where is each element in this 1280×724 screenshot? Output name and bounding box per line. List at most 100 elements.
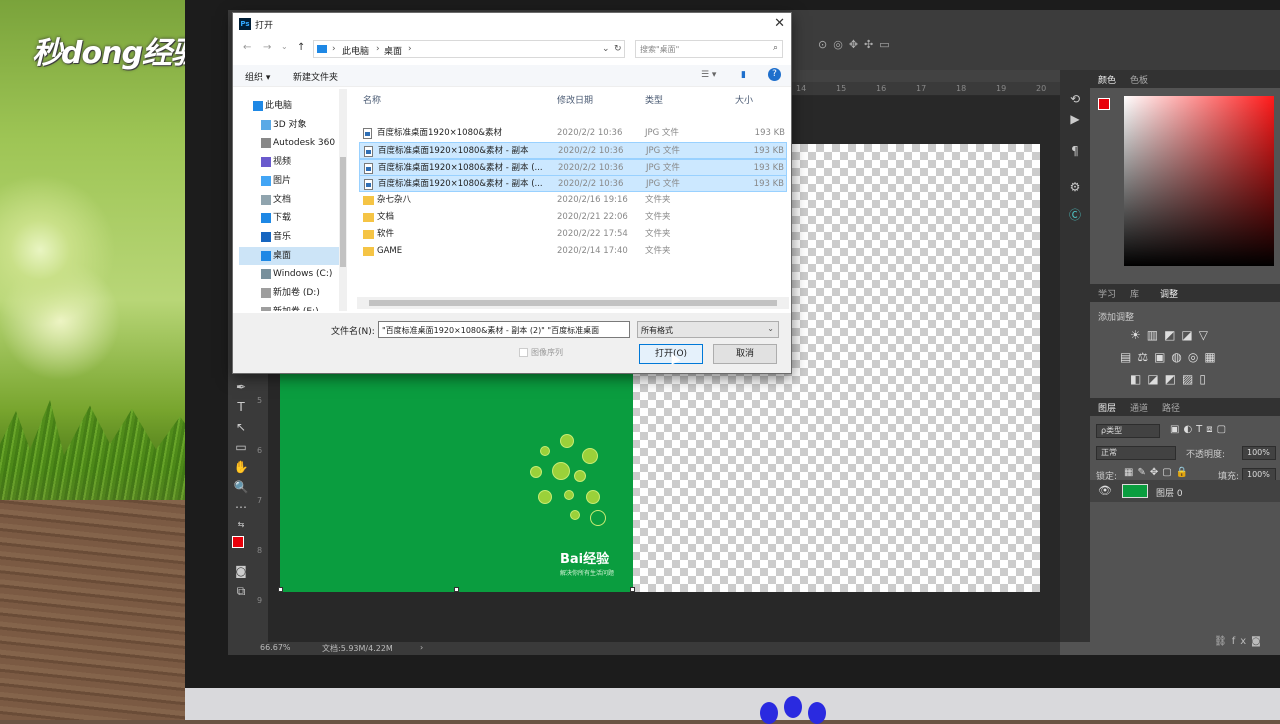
tree-item[interactable]: 音乐	[239, 228, 343, 246]
search-input[interactable]: 搜索"桌面" ⌕	[635, 40, 783, 58]
type-tool-icon[interactable]: T	[232, 398, 250, 416]
quick-mask-icon[interactable]: ◙	[232, 562, 250, 580]
file-type-select[interactable]: 所有格式 ⌄	[637, 321, 779, 338]
adjustment-icons-row3[interactable]: ◧◪◩▨▯	[1130, 372, 1212, 386]
file-row[interactable]: 软件 2020/2/22 17:54 文件夹	[359, 226, 787, 243]
horizontal-scrollbar[interactable]	[357, 297, 789, 309]
right-panel-dock: 颜色 色板 学习 库 调整 添加调整 ☀▥◩◪▽ ▤⚖▣◍◎▦ ◧◪◩▨▯ 图层…	[1090, 70, 1280, 655]
foreground-color-swatch[interactable]	[232, 536, 244, 548]
up-arrow-icon[interactable]: ↑	[297, 42, 305, 53]
status-arrow-icon[interactable]: ›	[420, 643, 423, 652]
history-icon[interactable]: ⟲	[1066, 90, 1084, 108]
folder-icon	[363, 213, 374, 222]
zoom-level[interactable]: 66.67%	[260, 643, 291, 652]
file-row[interactable]: 百度标准桌面1920×1080&素材 2020/2/2 10:36 JPG 文件 19…	[359, 125, 787, 142]
panel-foreground-swatch[interactable]	[1098, 98, 1110, 110]
address-bar[interactable]: › 此电脑 › 桌面 › ⌄ ↻	[313, 40, 625, 58]
help-icon[interactable]: ?	[768, 68, 781, 81]
column-type[interactable]: 类型	[645, 93, 663, 106]
new-folder-button[interactable]: 新建文件夹	[293, 70, 338, 83]
address-dropdown-icon[interactable]: ⌄	[602, 44, 610, 54]
tree-item[interactable]: 桌面	[239, 246, 343, 265]
file-row[interactable]: GAME 2020/2/14 17:40 文件夹	[359, 243, 787, 260]
rectangle-tool-icon[interactable]: ▭	[232, 438, 250, 456]
tree-item[interactable]: 3D 对象	[239, 116, 343, 134]
file-row[interactable]: 百度标准桌面1920×1080&素材 - 副本 (... 2020/2/2 10:…	[359, 175, 787, 193]
layer-footer-icons[interactable]: ⛓fx◙	[1214, 636, 1266, 647]
layer-row[interactable]: 👁 图层 0	[1090, 480, 1280, 502]
3d-mode-icons[interactable]: ⊙◎✥✣▭	[818, 38, 896, 51]
tab-adjustments[interactable]: 调整	[1160, 287, 1178, 300]
cc-libraries-icon[interactable]: Ⓒ	[1066, 206, 1084, 224]
preview-pane-icon[interactable]: ▮	[741, 70, 746, 80]
paragraph-icon[interactable]: ¶	[1066, 142, 1084, 160]
ruler-tick-label: 17	[916, 84, 927, 93]
transform-handle[interactable]	[630, 587, 635, 592]
color-picker-field[interactable]	[1124, 96, 1274, 266]
search-icon[interactable]: ⌕	[773, 43, 778, 53]
screen-mode-icon[interactable]: ⧉	[232, 582, 250, 600]
tree-item[interactable]: 视频	[239, 153, 343, 171]
refresh-icon[interactable]: ↻	[614, 44, 622, 54]
image-sequence-checkbox[interactable]	[519, 348, 528, 357]
tab-swatches[interactable]: 色板	[1130, 73, 1148, 86]
tree-item[interactable]: 此电脑	[239, 97, 343, 115]
tree-item-label: 此电脑	[265, 101, 293, 111]
transform-handle[interactable]	[278, 587, 283, 592]
column-size[interactable]: 大小	[735, 93, 753, 106]
tab-layers[interactable]: 图层	[1098, 401, 1116, 414]
file-row[interactable]: 文档 2020/2/21 22:06 文件夹	[359, 209, 787, 226]
cloud-icon	[261, 138, 271, 149]
visibility-eye-icon[interactable]: 👁	[1098, 484, 1112, 497]
close-icon[interactable]: ✕	[774, 16, 785, 31]
breadcrumb-this-pc[interactable]: 此电脑	[342, 44, 369, 57]
photoshop-app-icon: Ps	[239, 18, 251, 30]
tree-item[interactable]: 新加卷 (E:)	[239, 303, 343, 311]
view-options-icon[interactable]: ☰ ▾	[701, 70, 716, 80]
lock-icons[interactable]: ▦✎✥▢🔒	[1124, 467, 1192, 478]
tab-channels[interactable]: 通道	[1130, 401, 1148, 414]
file-row[interactable]: 百度标准桌面1920×1080&素材 - 副本 (... 2020/2/2 10:…	[359, 158, 787, 176]
adjustment-icons-row2[interactable]: ▤⚖▣◍◎▦	[1120, 350, 1222, 364]
zoom-tool-icon[interactable]: 🔍	[232, 478, 250, 496]
tree-scrollbar[interactable]	[339, 89, 347, 311]
tab-libraries[interactable]: 库	[1130, 287, 1139, 300]
recent-chevron-icon[interactable]: ⌄	[281, 42, 288, 51]
layer-kind-filter[interactable]: ρ类型	[1096, 424, 1160, 438]
more-tools-icon[interactable]: ⋯	[232, 498, 250, 516]
properties-icon[interactable]: ⚙	[1066, 178, 1084, 196]
tree-item[interactable]: Windows (C:)	[239, 265, 343, 283]
blend-mode-select[interactable]: 正常	[1096, 446, 1176, 460]
forward-arrow-icon[interactable]: →	[263, 42, 271, 53]
hand-tool-icon[interactable]: ✋	[232, 458, 250, 476]
file-row[interactable]: 百度标准桌面1920×1080&素材 - 副本 2020/2/2 10:36 JPG…	[359, 141, 787, 159]
tree-item[interactable]: 图片	[239, 172, 343, 190]
pen-tool-icon[interactable]: ✒	[232, 378, 250, 396]
path-select-tool-icon[interactable]: ↖	[232, 418, 250, 436]
column-name[interactable]: 名称	[363, 93, 381, 106]
organize-menu[interactable]: 组织 ▾	[245, 70, 270, 83]
tree-item[interactable]: Autodesk 360	[239, 134, 343, 152]
breadcrumb-desktop[interactable]: 桌面	[384, 44, 402, 57]
cancel-button[interactable]: 取消	[713, 344, 777, 364]
back-arrow-icon[interactable]: ←	[243, 42, 251, 53]
tree-item[interactable]: 新加卷 (D:)	[239, 284, 343, 302]
tree-item[interactable]: 下载	[239, 209, 343, 227]
open-file-dialog: Ps 打开 ✕ ← → ⌄ ↑ › 此电脑 › 桌面 › ⌄ ↻ 搜索"桌面" …	[232, 12, 792, 374]
tab-color[interactable]: 颜色	[1098, 73, 1116, 86]
opacity-input[interactable]: 100%	[1242, 446, 1276, 460]
layer-name[interactable]: 图层 0	[1156, 486, 1183, 499]
file-type: JPG 文件	[645, 128, 679, 138]
tab-learn[interactable]: 学习	[1098, 287, 1116, 300]
actions-play-icon[interactable]: ▶	[1066, 110, 1084, 128]
tree-item[interactable]: 文档	[239, 191, 343, 209]
file-row[interactable]: 杂七杂八 2020/2/16 19:16 文件夹	[359, 192, 787, 209]
document-size-info[interactable]: 文档:5.93M/4.22M	[322, 643, 393, 654]
transform-handle[interactable]	[454, 587, 459, 592]
filename-input[interactable]: "百度标准桌面1920×1080&素材 - 副本 (2)" "百度标准桌面	[378, 321, 630, 338]
swap-colors-icon[interactable]: ⇆	[232, 516, 250, 534]
tab-paths[interactable]: 路径	[1162, 401, 1180, 414]
adjustment-icons-row1[interactable]: ☀▥◩◪▽	[1130, 328, 1214, 342]
column-date[interactable]: 修改日期	[557, 93, 593, 106]
layer-filter-icons[interactable]: ▣◐T⧈▢	[1170, 424, 1230, 435]
